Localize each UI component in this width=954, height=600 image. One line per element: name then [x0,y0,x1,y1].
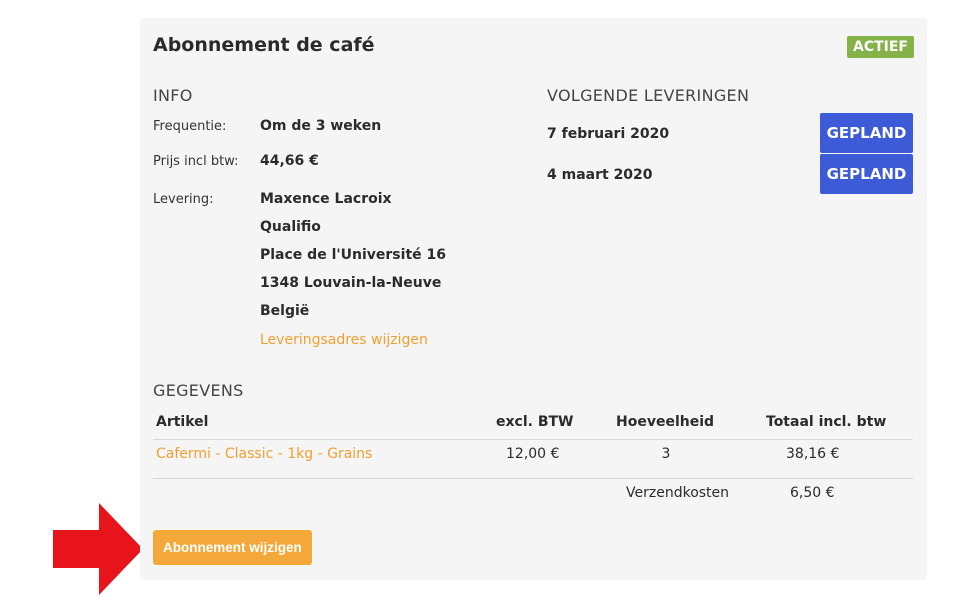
delivery-status-button-1[interactable]: GEPLAND [820,113,913,153]
col-header-article: Artikel [156,414,209,430]
deliveries-heading: VOLGENDE LEVERINGEN [547,86,750,105]
frequency-label: Frequentie: [153,119,227,134]
col-header-quantity: Hoeveelheid [616,414,715,430]
red-arrow-icon [53,503,143,595]
table-row-divider [153,478,913,479]
address-line-city: 1348 Louvain-la-Neuve [260,275,442,291]
row-quantity: 3 [661,446,671,462]
address-line-name: Maxence Lacroix [260,191,392,207]
frequency-value: Om de 3 weken [260,118,382,134]
shipping-label: Verzendkosten [626,485,730,501]
article-link[interactable]: Cafermi - Classic - 1kg - Grains [156,446,372,462]
delivery-date-1: 7 februari 2020 [547,126,670,142]
shipping-value: 6,50 € [790,485,835,501]
info-heading: INFO [153,86,193,105]
address-line-company: Qualifio [260,219,321,235]
table-header-divider [153,439,913,440]
row-total: 38,16 € [786,446,840,462]
col-header-total: Totaal incl. btw [766,414,887,430]
price-value: 44,66 € [260,153,319,169]
edit-subscription-button[interactable]: Abonnement wijzigen [153,530,312,565]
address-line-street: Place de l'Université 16 [260,247,446,263]
change-address-link[interactable]: Leveringsadres wijzigen [260,332,428,348]
delivery-label: Levering: [153,192,214,207]
delivery-status-button-2[interactable]: GEPLAND [820,154,913,194]
row-excl-btw: 12,00 € [506,446,560,462]
price-label: Prijs incl btw: [153,154,239,169]
page-title: Abonnement de café [153,34,375,56]
address-line-country: België [260,303,310,319]
delivery-date-2: 4 maart 2020 [547,167,653,183]
subscription-card: Abonnement de café ACTIEF INFO Frequenti… [140,18,927,580]
col-header-excl-btw: excl. BTW [496,414,574,430]
details-heading: GEGEVENS [153,381,244,400]
status-badge: ACTIEF [847,36,914,58]
